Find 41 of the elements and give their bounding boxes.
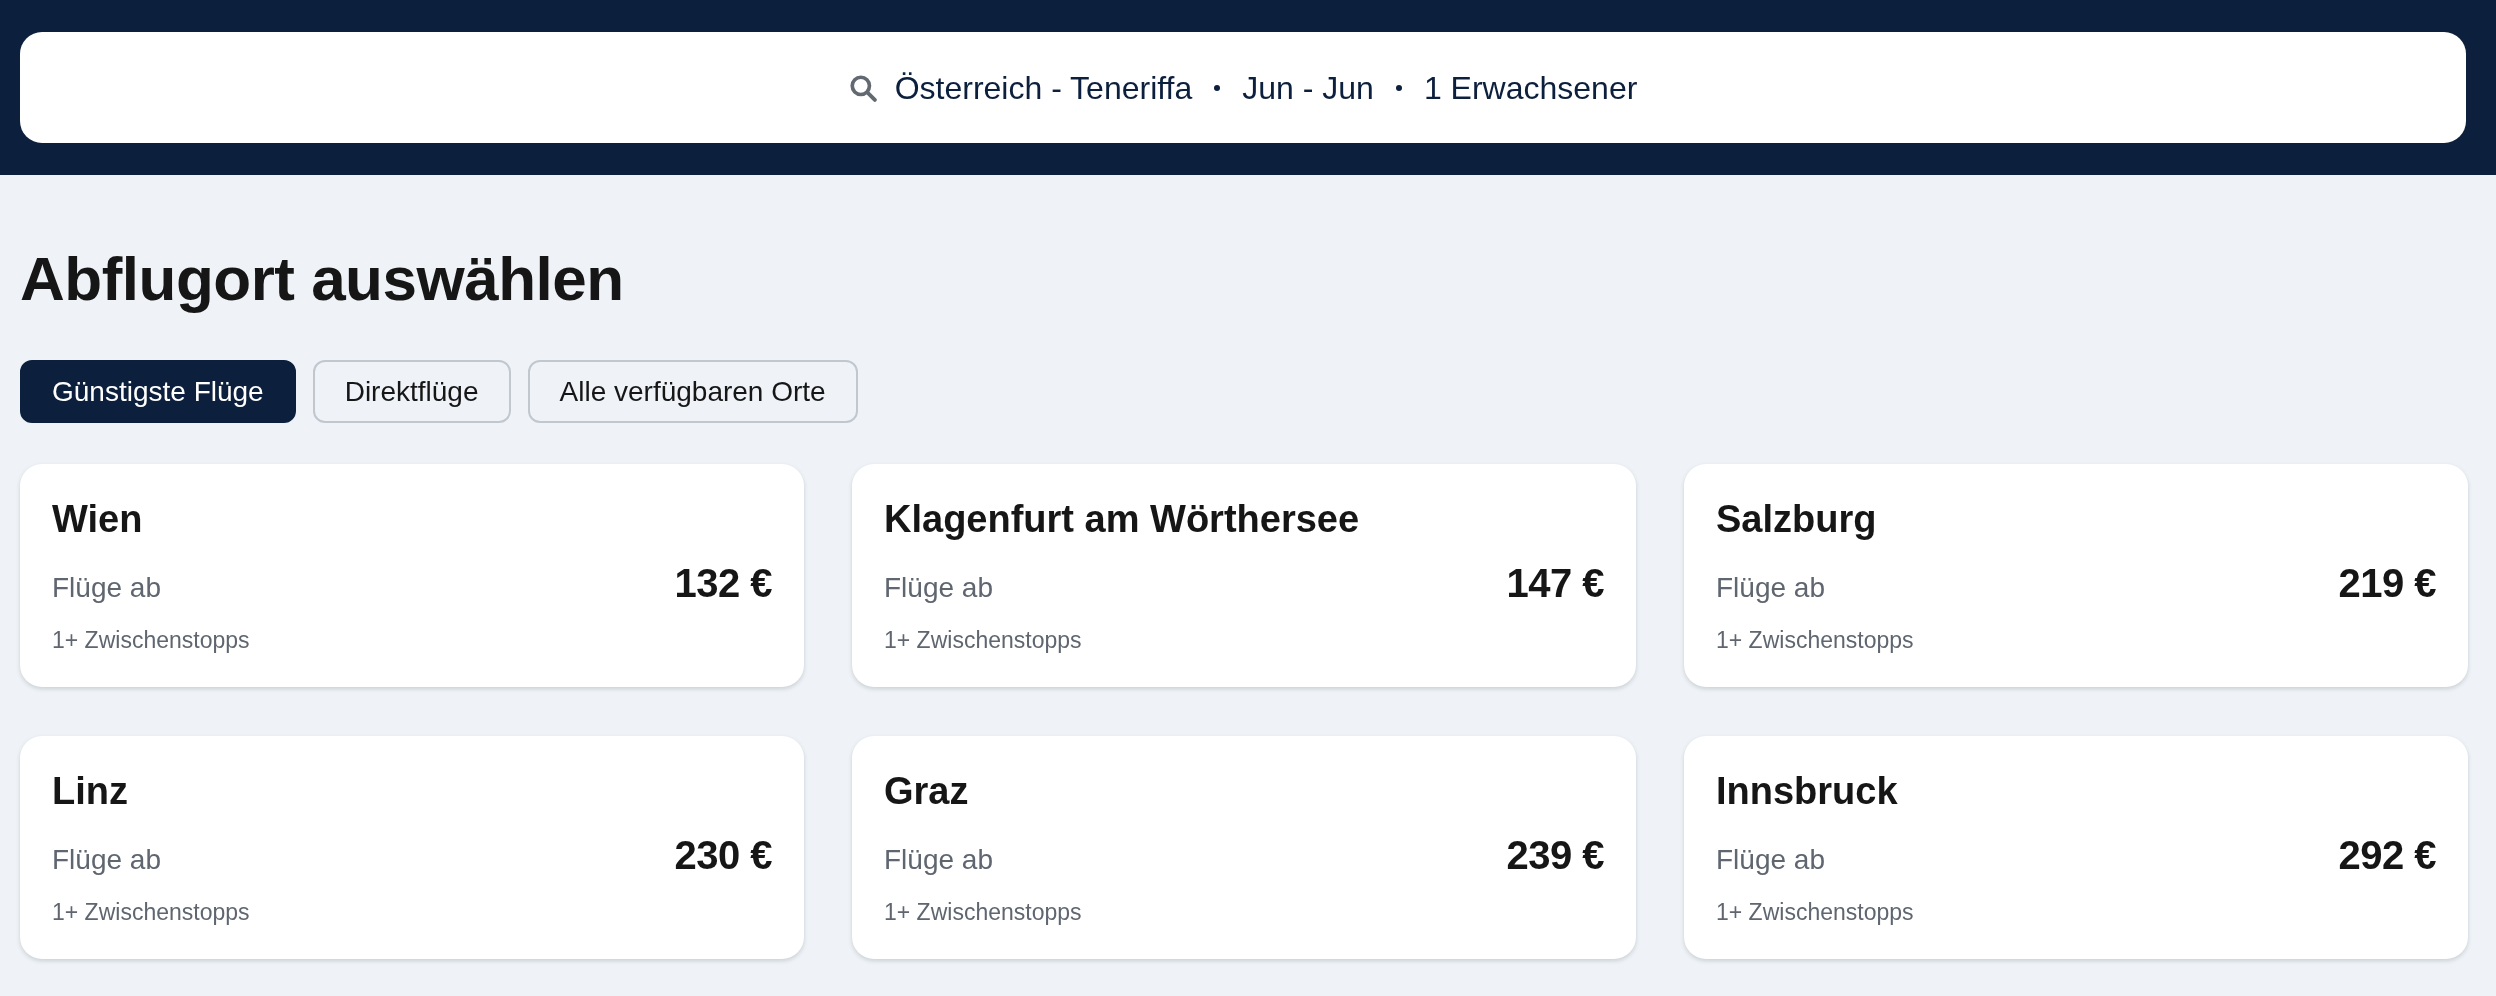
filter-tab[interactable]: Direktflüge	[312, 360, 511, 423]
destination-card[interactable]: Wien Flüge ab 132 € 1+ Zwischenstopps	[20, 464, 804, 687]
price-text: 292 €	[2338, 832, 2436, 879]
city-name: Salzburg	[1716, 497, 1877, 542]
price-label: Flüge ab	[52, 843, 161, 877]
separator-dot-icon	[1214, 84, 1221, 91]
stops-text: 1+ Zwischenstopps	[52, 626, 250, 655]
price-label: Flüge ab	[1716, 843, 1825, 877]
route-text: Österreich - Teneriffa	[894, 68, 1193, 107]
price-text: 147 €	[1506, 560, 1604, 607]
price-text: 239 €	[1506, 832, 1604, 879]
destination-card[interactable]: Linz Flüge ab 230 € 1+ Zwischenstopps	[20, 736, 804, 959]
price-text: 219 €	[2338, 560, 2436, 607]
stops-text: 1+ Zwischenstopps	[52, 898, 250, 927]
dates-text: Jun - Jun	[1242, 68, 1374, 107]
destination-card[interactable]: Klagenfurt am Wörthersee Flüge ab 147 € 1+ Zwischenstopps	[852, 464, 1636, 687]
stops-text: 1+ Zwischenstopps	[1716, 626, 1914, 655]
price-label: Flüge ab	[52, 571, 161, 605]
destination-card[interactable]: Innsbruck Flüge ab 292 € 1+ Zwischenstopps	[1684, 736, 2468, 959]
destination-card[interactable]: Salzburg Flüge ab 219 € 1+ Zwischenstopps	[1684, 464, 2468, 687]
search-icon	[848, 73, 877, 102]
page-title: Abflugort auswählen	[20, 243, 625, 315]
price-label: Flüge ab	[884, 571, 993, 605]
stops-text: 1+ Zwischenstopps	[1716, 898, 1914, 927]
search-summary-bar[interactable]: Österreich - Teneriffa Jun - Jun 1 Erwachsener	[20, 32, 2466, 143]
separator-dot-icon	[1395, 84, 1402, 91]
travellers-text: 1 Erwachsener	[1423, 68, 1638, 107]
city-name: Wien	[52, 497, 143, 542]
stops-text: 1+ Zwischenstopps	[884, 898, 1082, 927]
price-text: 230 €	[674, 832, 772, 879]
price-text: 132 €	[674, 560, 772, 607]
city-name: Linz	[52, 769, 128, 814]
destination-card[interactable]: Graz Flüge ab 239 € 1+ Zwischenstopps	[852, 736, 1636, 959]
price-label: Flüge ab	[1716, 571, 1825, 605]
city-name: Graz	[884, 769, 969, 814]
stops-text: 1+ Zwischenstopps	[884, 626, 1082, 655]
filter-tab[interactable]: Günstigste Flüge	[20, 360, 296, 423]
city-name: Klagenfurt am Wörthersee	[884, 497, 1360, 542]
price-label: Flüge ab	[884, 843, 993, 877]
city-name: Innsbruck	[1716, 769, 1898, 814]
filter-tab[interactable]: Alle verfügbaren Orte	[527, 360, 858, 423]
